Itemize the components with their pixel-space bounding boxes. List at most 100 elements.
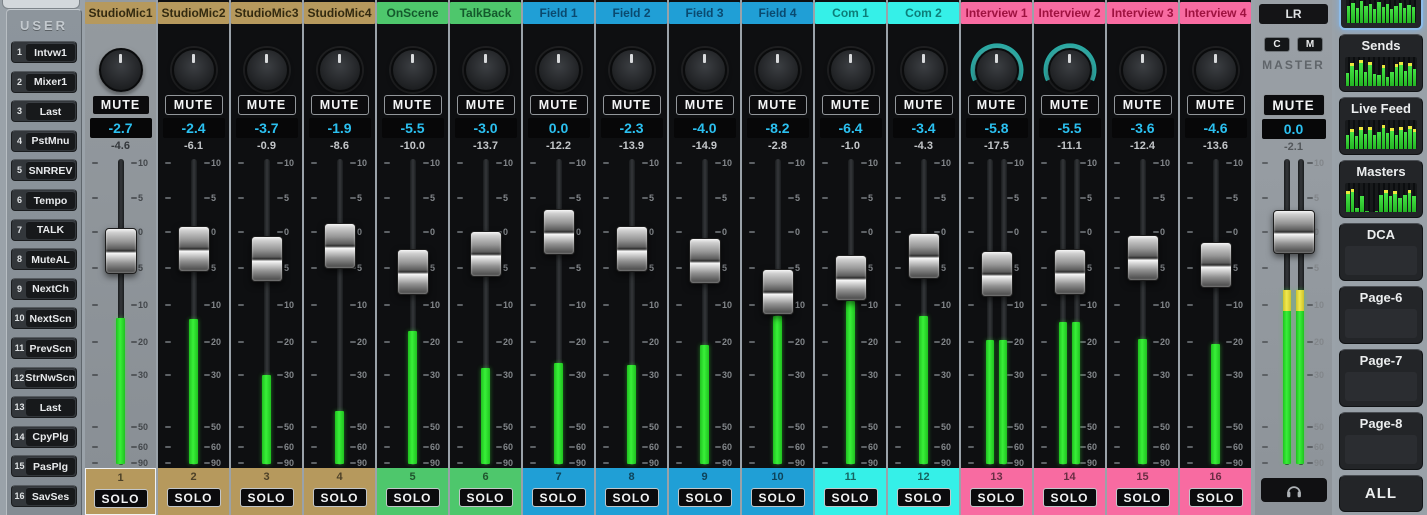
mute-button[interactable]: MUTE [383, 95, 442, 115]
pan-knob[interactable] [312, 40, 368, 96]
channel-name-header[interactable]: StudioMic4 [304, 2, 375, 24]
channel-name-header[interactable]: Interview 1 [961, 2, 1032, 24]
fader-area[interactable]: 10 5 0 5 10 20 30 50 60 90 [596, 155, 667, 470]
fader-area[interactable]: 10 5 0 5 10 20 30 50 60 90 [523, 155, 594, 470]
master-mute-button[interactable]: MUTE [1262, 94, 1325, 116]
master-header[interactable]: LR [1259, 4, 1328, 24]
solo-button[interactable]: SOLO [677, 488, 732, 507]
user-button-snrrev[interactable]: 5 SNRREV [11, 159, 77, 182]
mute-button[interactable]: MUTE [310, 95, 369, 115]
pan-knob[interactable] [1115, 40, 1171, 96]
solo-button[interactable]: SOLO [604, 488, 659, 507]
channel-footer[interactable]: 11 SOLO [815, 468, 886, 515]
channel-name-header[interactable]: Interview 2 [1034, 2, 1105, 24]
fader-cap[interactable] [396, 248, 429, 295]
fader-cap[interactable] [615, 225, 648, 272]
channel-name-header[interactable]: StudioMic2 [158, 2, 229, 24]
fader-area[interactable]: 10 5 0 5 10 20 30 50 60 90 [815, 155, 886, 470]
channel-footer[interactable]: 15 SOLO [1107, 468, 1178, 515]
channel-footer[interactable]: 3 SOLO [231, 468, 302, 515]
solo-button[interactable]: SOLO [896, 488, 951, 507]
solo-button[interactable]: SOLO [1188, 488, 1243, 507]
channel-strip-5[interactable]: OnScene MUTE -5.5 -10.0 10 5 0 5 10 20 30 50 60 9… [377, 0, 448, 515]
pan-knob[interactable] [531, 40, 587, 96]
user-button-savses[interactable]: 16 SavSes [11, 485, 77, 507]
channel-name-header[interactable]: Com 2 [888, 2, 959, 24]
master-strip[interactable]: LR C M MASTER MUTE 0.0 -2.1 10 5 0 5 10 20 30 5… [1255, 0, 1332, 515]
channel-footer[interactable]: 1 SOLO [85, 468, 156, 515]
channel-strip-13[interactable]: Interview 1 MUTE -5.8 -17.5 10 5 0 5 10 20 30 5… [961, 0, 1032, 515]
mute-button[interactable]: MUTE [456, 95, 515, 115]
user-button-pstmnu[interactable]: 4 PstMnu [11, 129, 77, 152]
fader-cap[interactable] [542, 209, 575, 255]
fader-area[interactable]: 10 5 0 5 10 20 30 50 60 90 [304, 155, 375, 470]
mute-button[interactable]: MUTE [237, 95, 296, 115]
solo-button[interactable]: SOLO [93, 489, 148, 508]
solo-button[interactable]: SOLO [1042, 488, 1097, 507]
pan-knob[interactable] [93, 40, 149, 96]
channel-name-header[interactable]: Field 1 [523, 2, 594, 24]
master-c-button[interactable]: C [1264, 37, 1290, 52]
mute-button[interactable]: MUTE [1040, 95, 1099, 115]
mute-button[interactable]: MUTE [748, 95, 807, 115]
channel-strip-7[interactable]: Field 1 MUTE 0.0 -12.2 10 5 0 5 10 20 30 50 60 90… [523, 0, 594, 515]
channel-strip-12[interactable]: Com 2 MUTE -3.4 -4.3 10 5 0 5 10 20 30 50 60 90 1… [888, 0, 959, 515]
fader-area[interactable]: 10 5 0 5 10 20 30 50 60 90 [888, 155, 959, 470]
view-tile-sends[interactable]: Sends [1339, 34, 1423, 92]
channel-footer[interactable]: 7 SOLO [523, 468, 594, 515]
channel-name-header[interactable]: Com 1 [815, 2, 886, 24]
view-tile-page-7[interactable]: Page-7 [1339, 349, 1423, 407]
channel-name-header[interactable]: StudioMic3 [231, 2, 302, 24]
solo-button[interactable]: SOLO [531, 488, 586, 507]
user-button-nextscn[interactable]: 10 NextScn [11, 307, 77, 330]
pan-knob[interactable] [458, 40, 514, 96]
channel-footer[interactable]: 8 SOLO [596, 468, 667, 515]
mute-button[interactable]: MUTE [91, 95, 150, 115]
fader-area[interactable]: 10 5 0 5 10 20 30 50 60 90 [377, 155, 448, 470]
user-button-prevscn[interactable]: 11 PrevScn [11, 337, 77, 359]
channel-strip-8[interactable]: Field 2 MUTE -2.3 -13.9 10 5 0 5 10 20 30 50 60 9… [596, 0, 667, 515]
channel-footer[interactable]: 2 SOLO [158, 468, 229, 515]
channel-footer[interactable]: 4 SOLO [304, 468, 375, 515]
solo-button[interactable]: SOLO [239, 488, 294, 507]
channel-strip-1[interactable]: StudioMic1 MUTE -2.7 -4.6 10 5 0 5 10 20 30 50 6… [85, 0, 156, 515]
channel-name-header[interactable]: Interview 4 [1180, 2, 1251, 24]
channel-footer[interactable]: 10 SOLO [742, 468, 813, 515]
fader-cap[interactable] [1272, 210, 1315, 254]
channel-footer[interactable]: 16 SOLO [1180, 468, 1251, 515]
user-button-cpyplg[interactable]: 14 CpyPlg [11, 425, 77, 448]
channel-footer[interactable]: 12 SOLO [888, 468, 959, 515]
channel-name-header[interactable]: OnScene [377, 2, 448, 24]
user-button-nextch[interactable]: 9 NextCh [11, 277, 77, 300]
pan-knob[interactable] [969, 40, 1025, 96]
channel-name-header[interactable]: Field 3 [669, 2, 740, 24]
solo-button[interactable]: SOLO [969, 488, 1024, 507]
user-button-mixer1[interactable]: 2 Mixer1 [11, 70, 77, 93]
user-button-muteal[interactable]: 8 MuteAL [11, 248, 77, 271]
channel-strip-9[interactable]: Field 3 MUTE -4.0 -14.9 10 5 0 5 10 20 30 50 60 9… [669, 0, 740, 515]
fader-cap[interactable] [323, 222, 356, 269]
pan-knob[interactable] [896, 40, 952, 96]
mute-button[interactable]: MUTE [164, 95, 223, 115]
mute-button[interactable]: MUTE [529, 95, 588, 115]
headphones-button[interactable] [1260, 478, 1327, 502]
fader-cap[interactable] [469, 230, 502, 277]
solo-button[interactable]: SOLO [385, 488, 440, 507]
mute-button[interactable]: MUTE [967, 95, 1026, 115]
channel-strip-10[interactable]: Field 4 MUTE -8.2 -2.8 10 5 0 5 10 20 30 50 60 90… [742, 0, 813, 515]
pan-knob[interactable] [823, 40, 879, 96]
channel-name-header[interactable]: Field 4 [742, 2, 813, 24]
user-button-intvw1[interactable]: 1 Intvw1 [11, 41, 77, 63]
master-m-button[interactable]: M [1297, 37, 1323, 52]
channel-strip-14[interactable]: Interview 2 MUTE -5.5 -11.1 10 5 0 5 10 20 30 5… [1034, 0, 1105, 515]
mute-button[interactable]: MUTE [1113, 95, 1172, 115]
solo-button[interactable]: SOLO [1115, 488, 1170, 507]
fader-area[interactable]: 10 5 0 5 10 20 30 50 60 90 [85, 155, 156, 470]
fader-cap[interactable] [761, 268, 794, 315]
channel-footer[interactable]: 14 SOLO [1034, 468, 1105, 515]
channel-footer[interactable]: 9 SOLO [669, 468, 740, 515]
channel-name-header[interactable]: Interview 3 [1107, 2, 1178, 24]
solo-button[interactable]: SOLO [166, 488, 221, 507]
user-button-last[interactable]: 3 Last [11, 100, 77, 123]
pan-knob[interactable] [1042, 40, 1098, 96]
